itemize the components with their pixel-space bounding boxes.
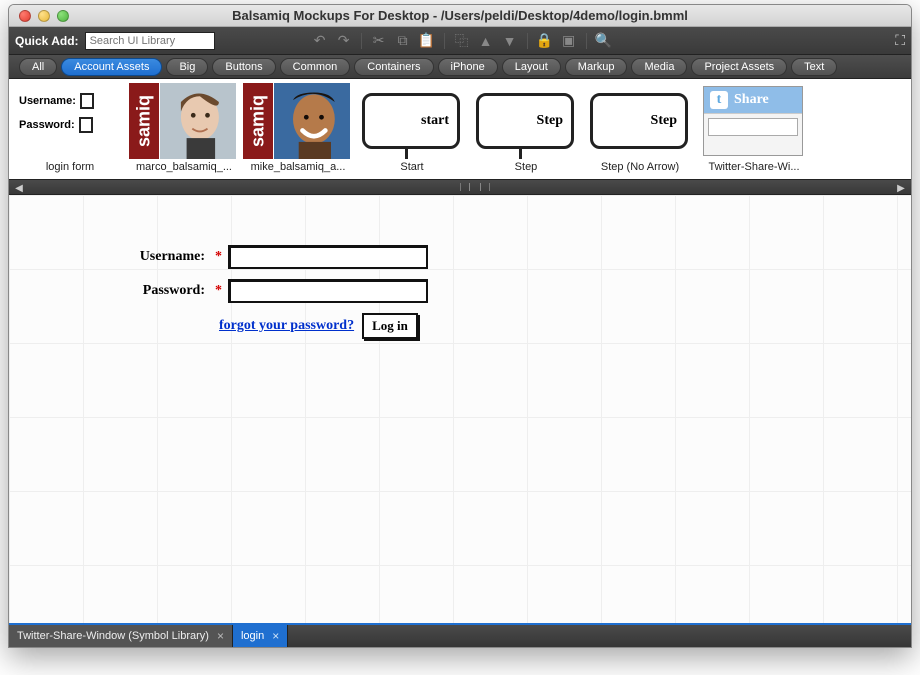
library-scrollbar[interactable]: ◀ ▶ [9,179,911,195]
toolbar-icons: ↶ ↷ ✂ ⧉ 📋 ⿻ ▲ ▼ 🔒 ▣ 🔍 [311,33,613,49]
mockup-canvas[interactable]: Username: * Password: * forgot your pass… [9,195,911,625]
username-row: Username: * [119,245,428,269]
category-containers[interactable]: Containers [354,58,433,76]
scroll-left-icon[interactable]: ◀ [9,180,29,196]
library-item-label: Step [471,161,581,173]
titlebar: Balsamiq Mockups For Desktop - /Users/pe… [9,5,911,27]
username-label: Username: [119,249,209,265]
library-item-label: login form [15,161,125,173]
library-item-label: Start [357,161,467,173]
toolbar-separator [444,33,445,49]
tab-label: login [241,630,264,642]
bring-front-icon[interactable]: ▲ [477,33,495,49]
traffic-lights [9,10,69,22]
ui-library-panel: Username: Password: login form samiq [9,79,911,179]
scrollbar-grip[interactable] [460,183,490,191]
quickadd-search-input[interactable] [85,32,215,50]
tab-login[interactable]: login × [233,625,288,647]
minimize-window-button[interactable] [38,10,50,22]
step-thumb: start [362,93,460,149]
toolbar: Quick Add: ↶ ↷ ✂ ⧉ 📋 ⿻ ▲ ▼ 🔒 ▣ 🔍 ⛶ [9,27,911,55]
library-item-login-form[interactable]: Username: Password: login form [15,83,125,177]
tab-label: Twitter-Share-Window (Symbol Library) [17,630,209,642]
close-tab-icon[interactable]: × [217,629,224,643]
category-media[interactable]: Media [631,58,687,76]
close-tab-icon[interactable]: × [272,629,279,643]
send-back-icon[interactable]: ▼ [501,33,519,49]
avatar-photo [273,83,351,159]
category-all[interactable]: All [19,58,57,76]
step-text: Step [537,113,563,129]
library-item-step[interactable]: Step Step [471,83,581,177]
step-text: start [421,113,449,129]
category-layout[interactable]: Layout [502,58,561,76]
cut-icon[interactable]: ✂ [370,33,388,49]
step-thumb: Step [590,93,688,149]
category-common[interactable]: Common [280,58,351,76]
category-markup[interactable]: Markup [565,58,628,76]
thumb-password-label: Password: [19,113,75,137]
step-text: Step [651,113,677,129]
login-form-thumb: Username: Password: [15,83,123,159]
library-item-step-no-arrow[interactable]: Step Step (No Arrow) [585,83,695,177]
category-bar: All Account Assets Big Buttons Common Co… [9,55,911,79]
step-thumb: Step [476,93,574,149]
category-buttons[interactable]: Buttons [212,58,275,76]
app-window: Balsamiq Mockups For Desktop - /Users/pe… [8,4,912,648]
library-item-mike-avatar[interactable]: samiq mike_balsamiq_a... [243,83,353,177]
category-account-assets[interactable]: Account Assets [61,58,162,76]
avatar-brand-text: samiq [129,83,159,159]
login-form-mockup[interactable]: Username: * Password: * forgot your pass… [119,245,428,339]
window-title: Balsamiq Mockups For Desktop - /Users/pe… [9,8,911,23]
quickadd-label: Quick Add: [15,34,79,48]
form-actions: forgot your password? Log in [219,313,428,339]
scroll-right-icon[interactable]: ▶ [891,180,911,196]
twitter-bird-icon: t [710,91,728,109]
library-item-label: Step (No Arrow) [585,161,695,173]
required-star-icon: * [215,283,222,299]
twitter-thumb: t Share [703,86,803,156]
password-input[interactable] [228,279,428,303]
category-text[interactable]: Text [791,58,837,76]
required-star-icon: * [215,249,222,265]
canvas-active-border [9,623,911,625]
library-item-start[interactable]: start Start [357,83,467,177]
fullscreen-icon[interactable]: ⛶ [895,32,905,49]
library-item-label: marco_balsamiq_... [129,161,239,173]
login-button[interactable]: Log in [362,313,418,339]
category-project-assets[interactable]: Project Assets [691,58,787,76]
close-window-button[interactable] [19,10,31,22]
toolbar-separator [586,33,587,49]
toolbar-separator [361,33,362,49]
paste-icon[interactable]: 📋 [418,33,436,49]
zoom-window-button[interactable] [57,10,69,22]
document-tabs: Twitter-Share-Window (Symbol Library) × … [9,625,911,647]
undo-icon[interactable]: ↶ [311,33,329,49]
thumb-username-label: Username: [19,89,76,113]
search-icon[interactable]: 🔍 [595,33,613,49]
category-big[interactable]: Big [166,58,208,76]
library-item-marco-avatar[interactable]: samiq marco_balsamiq_... [129,83,239,177]
password-row: Password: * [119,279,428,303]
toolbar-separator [527,33,528,49]
avatar-brand-text: samiq [243,83,273,159]
forgot-password-link[interactable]: forgot your password? [219,318,354,334]
category-iphone[interactable]: iPhone [438,58,498,76]
password-label: Password: [119,283,209,299]
copy-icon[interactable]: ⧉ [394,33,412,49]
lock-icon[interactable]: 🔒 [536,33,554,49]
library-item-twitter-share[interactable]: t Share Twitter-Share-Wi... [699,83,809,177]
library-item-label: mike_balsamiq_a... [243,161,353,173]
tab-twitter-share-window[interactable]: Twitter-Share-Window (Symbol Library) × [9,625,233,647]
username-input[interactable] [228,245,428,269]
avatar-photo [159,83,237,159]
twitter-share-text: Share [734,92,769,108]
redo-icon[interactable]: ↷ [335,33,353,49]
library-item-label: Twitter-Share-Wi... [699,161,809,173]
duplicate-icon[interactable]: ⿻ [453,33,471,49]
group-icon[interactable]: ▣ [560,33,578,49]
